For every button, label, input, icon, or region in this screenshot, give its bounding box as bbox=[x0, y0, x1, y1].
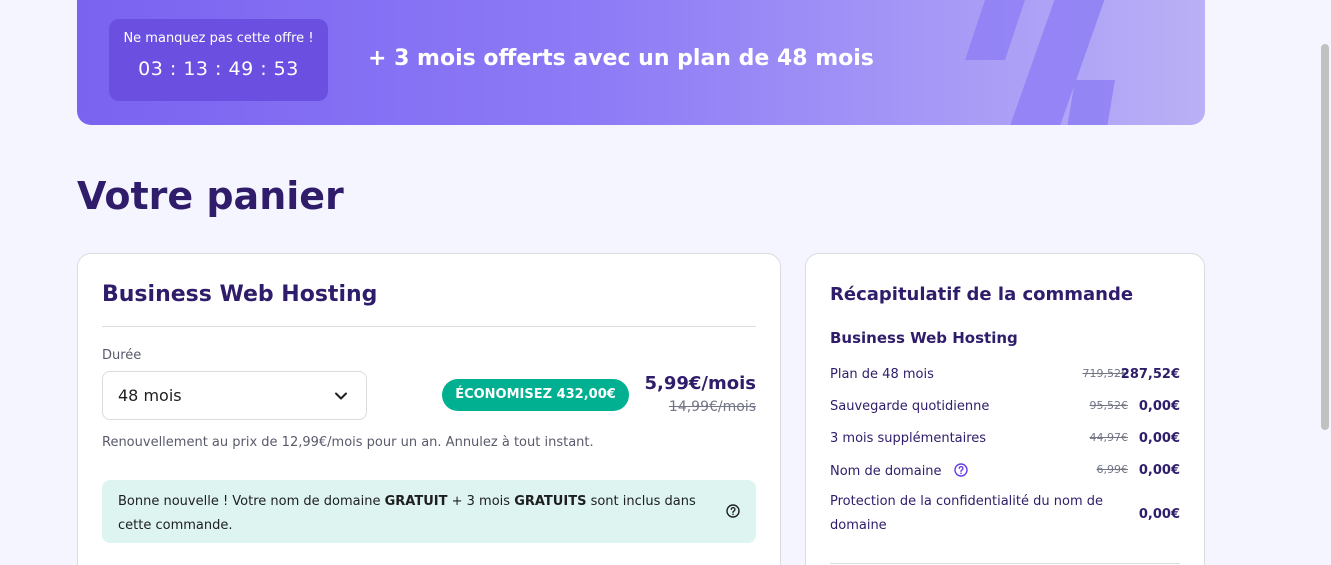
divider bbox=[830, 563, 1180, 564]
help-circle-icon[interactable] bbox=[726, 504, 740, 518]
summary-product-name: Business Web Hosting bbox=[830, 329, 1018, 347]
summary-row-label: Sauvegarde quotidienne bbox=[830, 399, 990, 414]
duration-label: Durée bbox=[102, 348, 142, 363]
renewal-note: Renouvellement au prix de 12,99€/mois po… bbox=[102, 435, 594, 450]
page-title: Votre panier bbox=[77, 174, 344, 218]
order-summary-card: Récapitulatif de la commande Business We… bbox=[805, 253, 1205, 565]
countdown-timer: Ne manquez pas cette offre ! 03 : 13 : 4… bbox=[109, 19, 328, 101]
good-news-banner: Bonne nouvelle ! Votre nom de domaine GR… bbox=[102, 480, 756, 543]
summary-row-label-wrap: Nom de domaine bbox=[830, 463, 968, 479]
timer-label: Ne manquez pas cette offre ! bbox=[123, 31, 314, 46]
summary-row-price: 0,00€ bbox=[1138, 399, 1180, 414]
summary-row-label: Nom de domaine bbox=[830, 464, 942, 479]
summary-row-price: 0,00€ bbox=[1138, 431, 1180, 446]
chevron-down-icon bbox=[335, 392, 347, 400]
cart-item-card: Business Web Hosting Durée 48 mois ÉCONO… bbox=[77, 253, 781, 565]
divider bbox=[102, 326, 756, 327]
price-current: 5,99€/mois bbox=[644, 373, 756, 394]
offer-text: + 3 mois offerts avec un plan de 48 mois bbox=[368, 46, 874, 71]
summary-row-label: 3 mois supplémentaires bbox=[830, 431, 987, 446]
timer-value: 03 : 13 : 49 : 53 bbox=[138, 58, 299, 80]
savings-badge: ÉCONOMISEZ 432,00€ bbox=[442, 379, 629, 411]
summary-row-label: Plan de 48 mois bbox=[830, 367, 934, 382]
duration-value: 48 mois bbox=[118, 386, 182, 405]
duration-select[interactable]: 48 mois bbox=[102, 371, 367, 420]
summary-row-price: 0,00€ bbox=[1138, 463, 1180, 478]
summary-row-old-price: 44,97€ bbox=[1089, 431, 1129, 444]
product-title: Business Web Hosting bbox=[102, 282, 378, 307]
summary-row-old-price: 95,52€ bbox=[1089, 399, 1129, 412]
good-news-bold-1: GRATUIT bbox=[384, 494, 448, 509]
good-news-bold-2: GRATUITS bbox=[514, 494, 587, 509]
page-scrollbar[interactable] bbox=[1321, 44, 1329, 430]
summary-row-price: 287,52€ bbox=[1120, 367, 1180, 382]
price-original: 14,99€/mois bbox=[668, 399, 756, 415]
summary-row-old-price: 6,99€ bbox=[1096, 463, 1129, 476]
percent-icon bbox=[965, 0, 1115, 125]
good-news-text-2: + 3 mois bbox=[447, 494, 515, 509]
summary-row-label: Protection de la confidentialité du nom … bbox=[830, 494, 1103, 533]
promo-banner: Ne manquez pas cette offre ! 03 : 13 : 4… bbox=[77, 0, 1205, 125]
good-news-text-1: Bonne nouvelle ! Votre nom de domaine bbox=[118, 494, 385, 509]
summary-row-price: 0,00€ bbox=[1138, 507, 1180, 522]
summary-row: Protection de la confidentialité du nom … bbox=[830, 490, 1180, 540]
help-circle-icon[interactable] bbox=[953, 463, 968, 477]
summary-title: Récapitulatif de la commande bbox=[830, 284, 1134, 305]
